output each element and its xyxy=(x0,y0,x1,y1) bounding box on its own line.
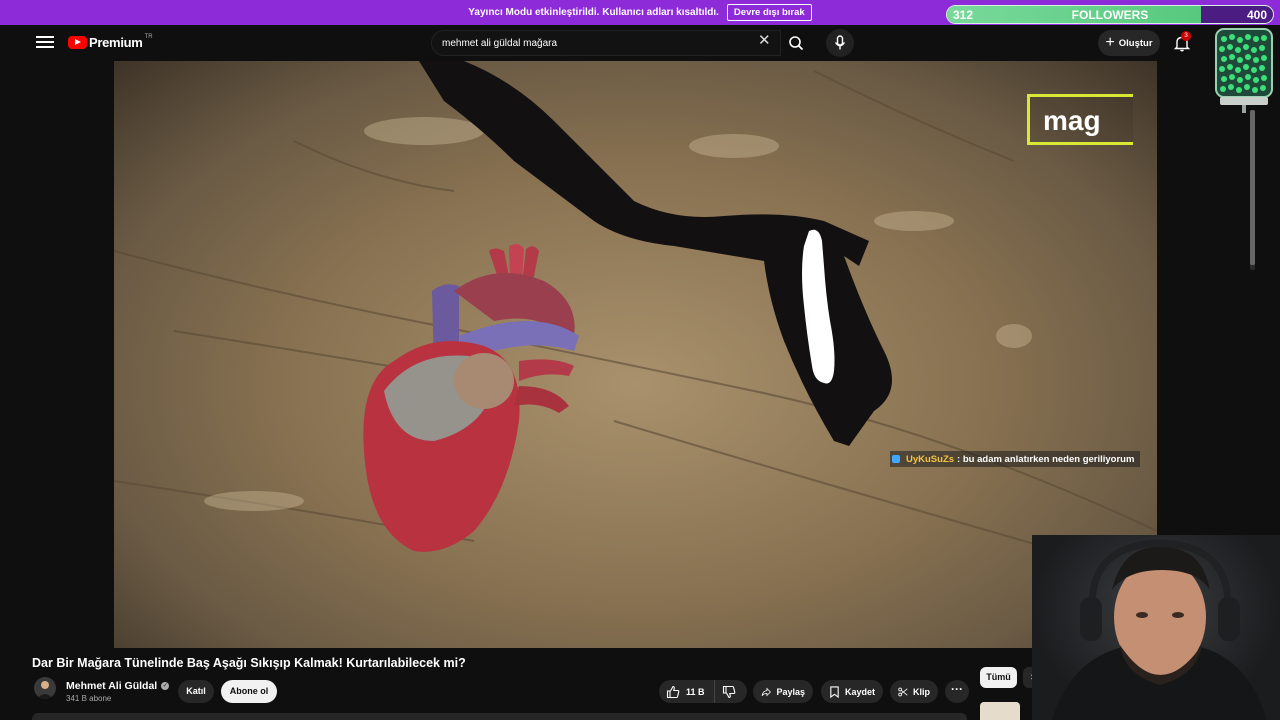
dislike-button[interactable] xyxy=(715,685,747,699)
like-count: 11 B xyxy=(686,686,705,697)
description-box[interactable] xyxy=(32,713,967,720)
channel-name-text: Mehmet Ali Güldal xyxy=(66,680,158,692)
share-button[interactable]: Paylaş xyxy=(753,680,813,703)
search-icon xyxy=(789,36,804,51)
chat-badge-icon xyxy=(892,455,900,463)
chat-overlay-message: UyKuSuZs : bu adam anlatırken neden geri… xyxy=(890,451,1141,467)
followers-goal-widget: 312 FOLLOWERS 400 xyxy=(946,5,1274,24)
youtube-logo[interactable]: Premium TR xyxy=(68,33,153,50)
join-button[interactable]: Katıl xyxy=(178,680,214,703)
chat-username: UyKuSuZs xyxy=(906,453,955,465)
like-button[interactable]: 11 B xyxy=(659,680,715,703)
microphone-icon xyxy=(834,35,846,50)
share-arrow-icon xyxy=(761,687,771,696)
notification-count-badge: 3 xyxy=(1181,31,1191,41)
close-icon[interactable]: ✕ xyxy=(758,33,771,48)
save-button[interactable]: Kaydet xyxy=(821,680,883,703)
more-actions-button[interactable]: ··· xyxy=(945,680,969,703)
thumbs-down-icon xyxy=(722,685,735,698)
plus-icon: + xyxy=(1105,34,1115,51)
subscribe-button[interactable]: Abone ol xyxy=(221,680,277,703)
screen: { "stream_bar": { "message": "Yayıncı Mo… xyxy=(0,0,1280,720)
video-player[interactable]: mag UyKuSuZs : bu adam anlatırken neden … xyxy=(114,61,1157,648)
hamburger-menu-icon[interactable] xyxy=(36,36,54,50)
logo-text: Premium xyxy=(89,35,143,50)
recommended-thumbnail[interactable] xyxy=(980,702,1020,720)
clip-button[interactable]: Klip xyxy=(890,680,938,703)
followers-label: FOLLOWERS xyxy=(1071,8,1149,22)
streamer-mode-message: Yayıncı Modu etkinleştirildi. Kullanıcı … xyxy=(468,7,719,18)
like-dislike-group: 11 B xyxy=(659,680,747,703)
streamer-webcam xyxy=(1032,535,1280,720)
video-frame xyxy=(114,61,1157,562)
channel-name[interactable]: Mehmet Ali Güldal ✓ xyxy=(66,680,170,692)
notifications-button[interactable]: 3 xyxy=(1172,31,1192,53)
chat-text: bu adam anlatırken neden geriliyorum xyxy=(962,453,1135,465)
share-label: Paylaş xyxy=(776,686,805,697)
search-box xyxy=(431,30,781,56)
chip-all[interactable]: Tümü xyxy=(980,667,1017,688)
youtube-logo-icon xyxy=(68,36,87,49)
bookmark-icon xyxy=(830,685,839,698)
create-button[interactable]: + Oluştur xyxy=(1098,30,1160,56)
thumbs-up-icon xyxy=(666,685,680,698)
follower-jar-widget xyxy=(1210,27,1278,113)
clip-label: Klip xyxy=(913,686,930,697)
logo-region: TR xyxy=(144,33,153,40)
video-title: Dar Bir Mağara Tünelinde Baş Aşağı Sıkış… xyxy=(32,656,466,670)
voice-search-button[interactable] xyxy=(826,29,854,57)
search-input[interactable] xyxy=(442,35,742,51)
search-button[interactable] xyxy=(782,30,810,56)
on-video-text-overlay: mag xyxy=(1027,94,1133,145)
verified-check-icon: ✓ xyxy=(161,682,170,690)
create-label: Oluştur xyxy=(1118,37,1153,49)
heart-model xyxy=(363,244,579,552)
save-label: Kaydet xyxy=(844,686,875,697)
disable-streamer-mode-button[interactable]: Devre dışı bırak xyxy=(726,4,812,21)
scissors-icon xyxy=(898,687,908,696)
subscriber-count: 341 B abone xyxy=(66,694,112,703)
youtube-header: Premium TR ✕ + Oluştur xyxy=(0,25,1210,61)
channel-avatar[interactable] xyxy=(34,677,56,699)
followers-goal: 400 xyxy=(1246,8,1267,22)
scrollbar-thumb[interactable] xyxy=(1250,110,1255,265)
